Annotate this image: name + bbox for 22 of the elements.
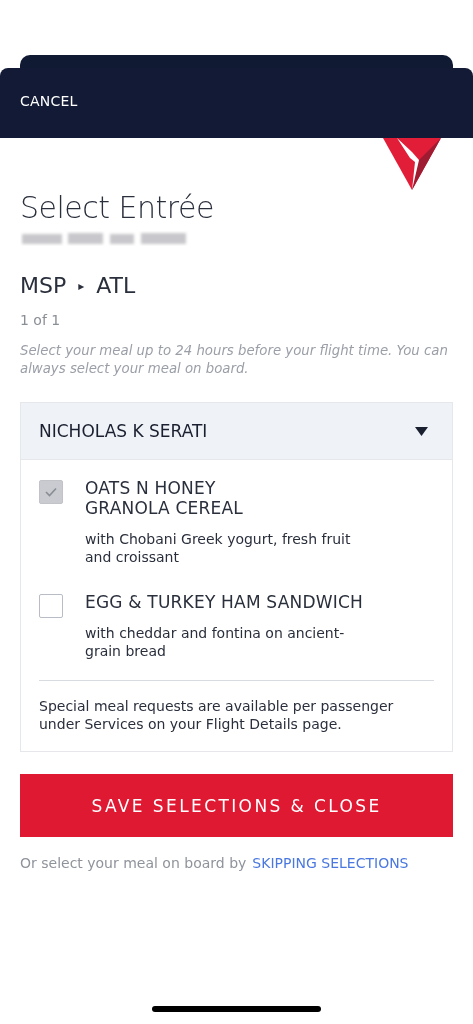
destination-code: ATL <box>96 273 136 298</box>
meal-name: EGG & TURKEY HAM SANDWICH <box>85 592 363 612</box>
route-arrow: ▸ <box>78 278 85 293</box>
page-counter: 1 of 1 <box>20 312 62 328</box>
special-meal-note: Special meal requests are available per passenger under Services on your Flight Details page. <box>39 697 395 734</box>
meal-name: OATS N HONEY GRANOLA CEREAL <box>85 478 244 518</box>
triangle-logo-icon <box>383 138 441 190</box>
save-button[interactable]: SAVE SELECTIONS & CLOSE <box>20 774 453 837</box>
checkbox[interactable] <box>39 594 63 618</box>
meal-description: with Chobani Greek yogurt, fresh fruit and croissant <box>85 530 351 566</box>
cancel-button[interactable]: CANCEL <box>20 93 78 109</box>
checkmark-icon <box>45 487 57 497</box>
footer-text: Or select your meal on board by <box>20 855 247 871</box>
meal-note: Select your meal up to 24 hours before your flight time. You can always select your meal on board. <box>20 342 449 378</box>
meal-description: with cheddar and fontina on ancient- grain bread <box>85 624 346 660</box>
page-title: Select Entrée <box>20 190 215 225</box>
passenger-name: NICHOLAS K SERATI <box>39 421 208 441</box>
checkbox[interactable] <box>39 480 63 504</box>
origin-code: MSP <box>20 273 67 298</box>
caret-icon <box>415 426 428 436</box>
skip-link[interactable]: SKIPPING SELECTIONS <box>252 855 409 871</box>
passenger-dropdown[interactable]: NICHOLAS K SERATI <box>21 403 452 460</box>
